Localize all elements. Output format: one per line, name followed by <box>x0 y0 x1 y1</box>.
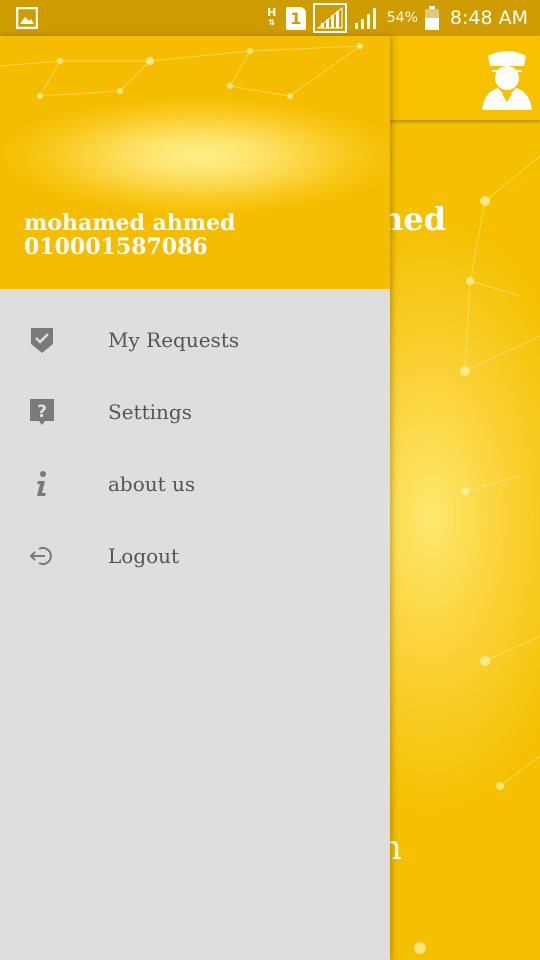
battery-icon <box>424 6 439 30</box>
logout-icon <box>28 542 56 570</box>
signal-strength-icon-sim1 <box>312 3 347 33</box>
gallery-notification-icon <box>16 7 38 29</box>
menu-item-settings[interactable]: ? Settings <box>0 376 390 448</box>
officer-profile-icon[interactable] <box>480 46 534 110</box>
drawer-menu: My Requests ? Settings about us Logout <box>0 304 390 592</box>
battery-percent: 54% <box>386 10 418 26</box>
network-type-indicator: H ⇅ <box>267 6 277 27</box>
sim-slot-icon: 1 <box>285 6 306 30</box>
signal-strength-icon-sim2 <box>354 8 376 29</box>
navigation-drawer: mohamed ahmed 010001587086 My Requests ?… <box>0 36 390 960</box>
menu-item-label: My Requests <box>108 328 240 352</box>
menu-item-about-us[interactable]: about us <box>0 448 390 520</box>
user-phone: 010001587086 <box>24 234 208 260</box>
info-icon <box>28 470 56 498</box>
menu-item-label: Logout <box>108 544 180 568</box>
drawer-header: mohamed ahmed 010001587086 <box>0 36 390 289</box>
menu-item-my-requests[interactable]: My Requests <box>0 304 390 376</box>
clock: 8:48 AM <box>449 7 528 29</box>
status-bar: H ⇅ 1 54% 8:48 AM <box>0 0 540 36</box>
menu-item-logout[interactable]: Logout <box>0 520 390 592</box>
user-name: mohamed ahmed <box>24 210 236 236</box>
svg-text:?: ? <box>37 402 47 422</box>
shield-check-icon <box>28 326 56 354</box>
help-bubble-icon: ? <box>28 398 56 426</box>
menu-item-label: Settings <box>108 400 192 424</box>
menu-item-label: about us <box>108 472 196 496</box>
